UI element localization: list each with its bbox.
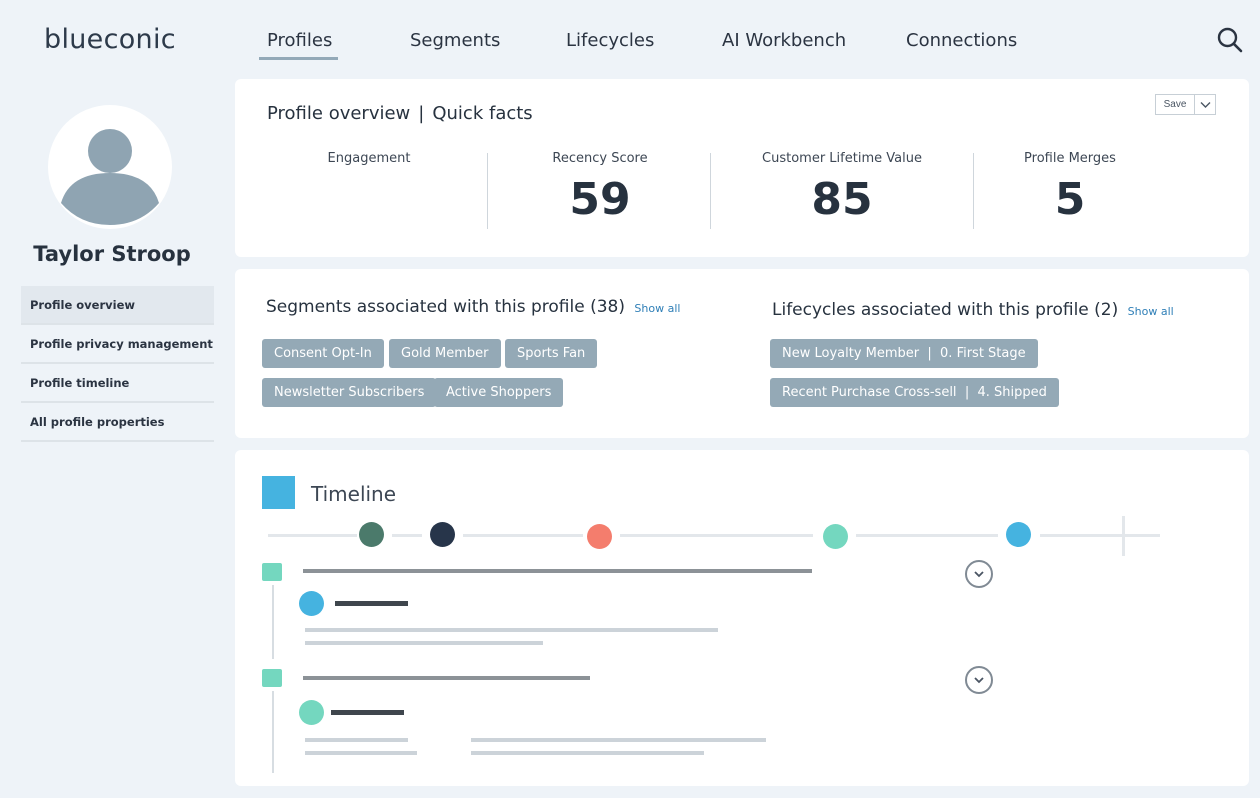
timeline-track (392, 534, 422, 537)
chevron-down-icon (1200, 101, 1210, 108)
metric-divider (973, 153, 974, 229)
quick-facts-title: Profile overview | Quick facts (267, 103, 533, 124)
nav-profiles[interactable]: Profiles (258, 30, 339, 60)
quick-facts-card: Profile overview | Quick facts Save Engage… (235, 79, 1249, 257)
timeline-entry-heading-placeholder (303, 569, 812, 573)
sidebar-item-profile-timeline[interactable]: Profile timeline (21, 364, 214, 403)
segment-tag[interactable]: Newsletter Subscribers (262, 378, 437, 407)
chevron-down-icon (974, 677, 984, 684)
sidebar-item-profile-overview[interactable]: Profile overview (21, 286, 214, 325)
timeline-entry-title-placeholder (331, 710, 404, 715)
metric-label: Engagement (327, 151, 411, 166)
timeline-entry-marker (262, 669, 282, 687)
timeline-entry-avatar (299, 700, 324, 725)
metric-customer-lifetime-value: Customer Lifetime Value 85 (747, 151, 937, 225)
save-button-group: Save (1155, 94, 1216, 115)
timeline-track (268, 534, 357, 537)
title-profile-overview: Profile overview (267, 103, 411, 124)
person-icon (61, 129, 159, 225)
sidebar-item-all-profile-properties[interactable]: All profile properties (21, 403, 214, 442)
lifecycle-tag[interactable]: New Loyalty Member | 0. First Stage (770, 339, 1038, 368)
app-frame: blueconic Profiles Segments Lifecycles A… (0, 0, 1260, 798)
timeline-entry-text-placeholder (305, 641, 543, 645)
lifecycle-tag[interactable]: Recent Purchase Cross-sell | 4. Shipped (770, 378, 1059, 407)
timeline-connector (272, 691, 274, 773)
timeline-entry-text-placeholder (305, 738, 408, 742)
timeline-entry-heading-placeholder (303, 676, 590, 680)
profile-avatar (48, 105, 172, 229)
timeline-connector (272, 585, 274, 659)
save-button[interactable]: Save (1156, 95, 1194, 114)
nav-connections[interactable]: Connections (906, 30, 1017, 51)
segment-tag[interactable]: Consent Opt-In (262, 339, 384, 368)
timeline-square-icon (262, 476, 295, 509)
sidebar-item-profile-privacy-management[interactable]: Profile privacy management (21, 325, 214, 364)
associations-card: Segments associated with this profile (3… (235, 269, 1249, 438)
metric-profile-merges: Profile Merges 5 (1005, 151, 1135, 225)
timeline-entry-avatar (299, 591, 324, 616)
timeline-entry-expand-button[interactable] (965, 666, 993, 694)
chevron-down-icon (974, 571, 984, 578)
timeline-track (1040, 534, 1160, 537)
lifecycles-show-all-link[interactable]: Show all (1128, 305, 1174, 318)
timeline-entry-text-placeholder (471, 751, 704, 755)
lifecycles-title: Lifecycles associated with this profile … (772, 300, 1119, 320)
metric-engagement: Engagement (309, 151, 429, 174)
timeline-entry-title-placeholder (335, 601, 408, 606)
metric-value: 5 (1054, 174, 1086, 225)
timeline-event-dot[interactable] (1006, 522, 1031, 547)
nav-lifecycles[interactable]: Lifecycles (566, 30, 654, 51)
timeline-event-dot[interactable] (587, 524, 612, 549)
timeline-title: Timeline (311, 482, 397, 506)
nav-ai-workbench[interactable]: AI Workbench (722, 30, 846, 51)
metric-divider (487, 153, 488, 229)
metric-label: Recency Score (552, 151, 648, 166)
timeline-entry-text-placeholder (305, 751, 417, 755)
metric-divider (710, 153, 711, 229)
metric-label: Profile Merges (1024, 151, 1116, 166)
segment-tag[interactable]: Sports Fan (505, 339, 598, 368)
timeline-entry-expand-button[interactable] (965, 560, 993, 588)
timeline-track (463, 534, 583, 537)
search-icon (1217, 27, 1243, 53)
segment-tag[interactable]: Active Shoppers (434, 378, 564, 407)
sidebar-menu: Profile overview Profile privacy managem… (21, 286, 214, 442)
title-separator: | (418, 103, 425, 124)
metric-value: 85 (811, 174, 873, 225)
timeline-entry-text-placeholder (471, 738, 766, 742)
profile-name: Taylor Stroop (33, 242, 191, 266)
blueconic-logo[interactable]: blueconic (44, 24, 176, 55)
timeline-end-marker (1122, 516, 1125, 556)
segment-tag[interactable]: Gold Member (389, 339, 501, 368)
nav-segments[interactable]: Segments (410, 30, 500, 51)
search-button[interactable] (1216, 26, 1244, 54)
timeline-card: Timeline (235, 450, 1249, 786)
save-dropdown-button[interactable] (1194, 95, 1215, 114)
timeline-event-dot[interactable] (823, 524, 848, 549)
timeline-entry-text-placeholder (305, 628, 718, 632)
timeline-event-dot[interactable] (430, 522, 455, 547)
segments-show-all-link[interactable]: Show all (634, 302, 680, 315)
timeline-entry-marker (262, 563, 282, 581)
timeline-track (620, 534, 813, 537)
metric-value: 59 (569, 174, 631, 225)
timeline-track (856, 534, 998, 537)
metric-recency-score: Recency Score 59 (525, 151, 675, 225)
timeline-event-dot[interactable] (359, 522, 384, 547)
metric-label: Customer Lifetime Value (762, 151, 922, 166)
segments-title: Segments associated with this profile (3… (266, 297, 625, 317)
segments-heading: Segments associated with this profile (3… (266, 297, 680, 317)
lifecycles-heading: Lifecycles associated with this profile … (772, 300, 1174, 320)
title-quick-facts: Quick facts (432, 103, 533, 124)
